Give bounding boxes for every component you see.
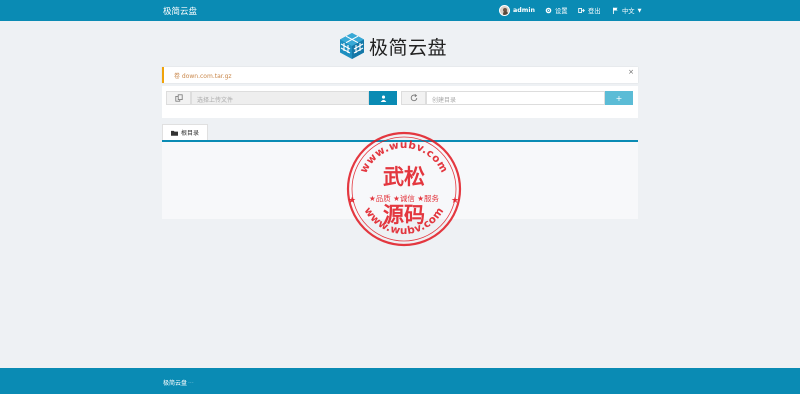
avatar: [499, 5, 510, 16]
top-navbar: 极简云盘 admin 设置 登出 中文 ▼: [0, 0, 800, 21]
username-label: admin: [513, 7, 535, 14]
flag-icon: [612, 7, 618, 14]
file-addon: [166, 91, 191, 105]
upload-button[interactable]: [369, 91, 397, 105]
tab-label: 根目录: [181, 130, 200, 137]
tab-root-directory[interactable]: 根目录: [162, 124, 209, 140]
site-logo: 极简云盘: [339, 32, 447, 60]
copy-file-icon: [174, 94, 183, 102]
watermark-stamp: www.wubv.com www.wubv.com 武松 ★品质 ★诚信 ★服务…: [346, 131, 462, 247]
folder-addon: [401, 91, 426, 105]
download-alert: 卷 down.com.tar.gz ×: [162, 67, 638, 83]
language-dropdown[interactable]: 中文 ▼: [612, 6, 641, 15]
stamp-main-bottom: 源码: [383, 202, 425, 227]
settings-label: 设置: [555, 8, 568, 15]
refresh-icon: [410, 94, 417, 102]
logo-text: 极简云盘: [369, 36, 448, 59]
star-left-icon: ★: [348, 196, 356, 206]
folder-name-input[interactable]: 创建目录: [426, 91, 605, 105]
footer-brand: 极简云盘: [163, 380, 188, 387]
caret-down-icon: ▼: [637, 7, 642, 14]
logout-icon: [578, 7, 585, 14]
close-icon[interactable]: ×: [628, 68, 634, 76]
folder-icon: [171, 130, 178, 136]
language-label: 中文: [622, 8, 635, 15]
cube-logo-icon: [340, 33, 364, 59]
user-upload-icon: [380, 95, 386, 102]
stamp-main-top: 武松: [383, 164, 425, 189]
user-menu[interactable]: admin: [499, 5, 535, 16]
navbar-brand[interactable]: 极简云盘: [163, 5, 197, 17]
logout-link[interactable]: 登出: [578, 6, 601, 15]
footer-text: 极简云盘···: [163, 378, 194, 387]
add-folder-button[interactable]: +: [605, 91, 633, 105]
footer: 极简云盘···: [0, 368, 800, 394]
settings-link[interactable]: 设置: [545, 6, 568, 15]
star-right-icon: ★: [451, 196, 459, 206]
alert-text[interactable]: 卷 down.com.tar.gz: [174, 71, 232, 80]
gear-icon: [545, 7, 552, 14]
footer-link[interactable]: ···: [188, 380, 194, 387]
logout-label: 登出: [588, 8, 601, 15]
file-input[interactable]: 选择上传文件: [191, 91, 369, 105]
upload-panel: 选择上传文件 创建目录 +: [162, 86, 638, 118]
